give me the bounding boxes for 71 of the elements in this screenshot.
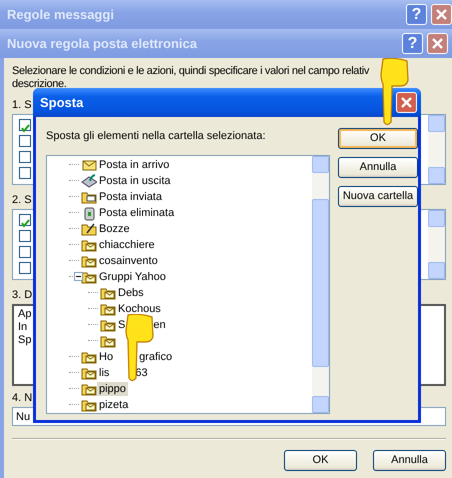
- folder-item[interactable]: Ho: [97, 350, 116, 364]
- description-line: Sp: [18, 334, 32, 347]
- folder-item[interactable]: grafico: [137, 350, 174, 364]
- tree-line: [88, 292, 98, 293]
- tree-line: [69, 180, 79, 181]
- folder-item[interactable]: pippo: [97, 382, 128, 396]
- cancel-button[interactable]: Annulla: [373, 450, 446, 471]
- instruction-text: Selezionare le condizioni e le azioni, quindi specificare i valori nel campo relativ: [12, 65, 370, 78]
- checkbox[interactable]: [19, 246, 31, 258]
- instruction-text: descrizione.: [12, 78, 66, 91]
- prompt-text: Sposta gli elementi nella cartella selezionata:: [46, 129, 266, 144]
- tree-line: [69, 196, 79, 197]
- section-heading: 3. D: [12, 288, 32, 302]
- folder-item[interactable]: Posta in uscita: [97, 174, 173, 188]
- new-folder-button[interactable]: Nuova cartella: [338, 186, 418, 207]
- tree-line: [69, 260, 79, 261]
- tree-line: [69, 388, 79, 389]
- window-title: Sposta: [40, 94, 84, 112]
- tree-line: [88, 340, 98, 341]
- checkbox[interactable]: [19, 119, 31, 131]
- ok-button[interactable]: OK: [338, 128, 418, 149]
- close-icon: [432, 38, 443, 49]
- description-line: Ap: [18, 308, 32, 321]
- checkbox[interactable]: [19, 262, 31, 274]
- folder-item[interactable]: chiacchiere: [97, 238, 157, 252]
- scroll-up-button[interactable]: [312, 156, 329, 172]
- folder-item[interactable]: pizeta: [97, 398, 130, 412]
- checkbox[interactable]: [19, 151, 31, 163]
- checkbox[interactable]: [19, 230, 31, 242]
- close-icon: [436, 9, 447, 20]
- folder-item[interactable]: lis: [97, 366, 112, 380]
- scroll-thumb[interactable]: [312, 198, 329, 366]
- tree-line: [69, 212, 79, 213]
- folder-item[interactable]: Gruppi Yahoo: [97, 270, 168, 284]
- window-title: Regole messaggi: [7, 6, 114, 24]
- close-button[interactable]: [431, 4, 452, 25]
- tree-line: [69, 356, 79, 357]
- cancel-button[interactable]: Annulla: [338, 157, 418, 178]
- help-button[interactable]: ?: [406, 4, 427, 25]
- tree-line: [69, 164, 79, 165]
- close-button[interactable]: [396, 92, 417, 113]
- window-title: Nuova regola posta elettronica: [7, 34, 197, 53]
- close-icon: [401, 97, 412, 108]
- description-line: In: [18, 321, 28, 334]
- section-heading: 4. N: [12, 391, 32, 405]
- folder-item[interactable]: Debs: [116, 286, 146, 300]
- section-heading: 2. S: [12, 193, 32, 207]
- folder-item[interactable]: Posta inviata: [97, 190, 164, 204]
- tree-line: [69, 228, 79, 229]
- outbox-icon: [81, 172, 97, 188]
- tree-line: [69, 244, 79, 245]
- folder-item[interactable]: S: [116, 318, 128, 332]
- pointing-hand-icon: [380, 58, 409, 126]
- folder-item[interactable]: Posta in arrivo: [97, 158, 172, 172]
- drafts-folder-icon: [81, 220, 97, 236]
- folder-item[interactable]: cosainvento: [97, 254, 160, 268]
- folder-item[interactable]: en: [151, 318, 168, 332]
- tree-line: [69, 404, 79, 405]
- close-button[interactable]: [427, 33, 448, 54]
- ok-button[interactable]: OK: [284, 450, 357, 471]
- checkbox[interactable]: [19, 135, 31, 147]
- folder-item[interactable]: Kochous: [116, 302, 163, 316]
- tree-line: [88, 308, 98, 309]
- tree-line: [88, 324, 98, 325]
- folder-item[interactable]: Posta eliminata: [97, 206, 176, 220]
- section-heading: 1. S: [12, 98, 32, 112]
- help-button[interactable]: ?: [402, 33, 423, 54]
- folder-item[interactable]: Bozze: [97, 222, 132, 236]
- tree-line: [69, 372, 79, 373]
- checkbox[interactable]: [19, 167, 31, 179]
- checkbox[interactable]: [19, 214, 31, 226]
